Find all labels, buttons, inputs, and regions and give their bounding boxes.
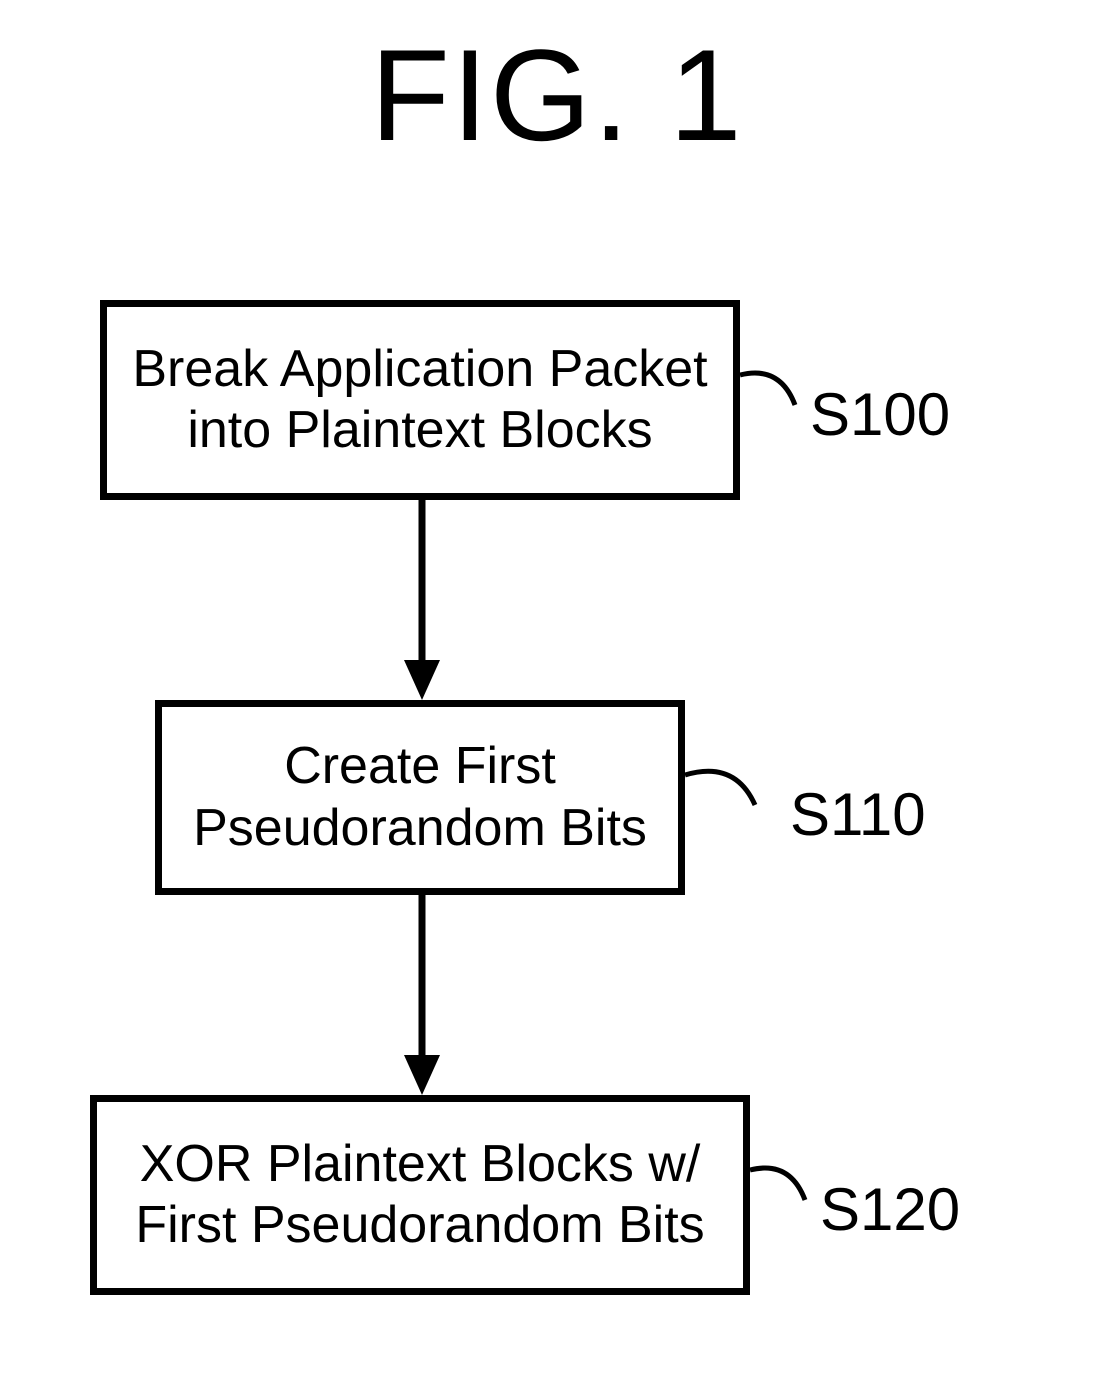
leader-s110	[685, 760, 785, 830]
step-line1: Create First	[284, 737, 556, 795]
step-line2: First Pseudorandom Bits	[135, 1196, 704, 1254]
step-line2: into Plaintext Blocks	[187, 401, 652, 459]
step-box-s110: Create First Pseudorandom Bits	[155, 700, 685, 895]
figure-canvas: FIG. 1 Break Application Packet into Pla…	[0, 0, 1114, 1380]
step-label-s120: S120	[820, 1175, 960, 1244]
step-line2: Pseudorandom Bits	[193, 799, 647, 857]
arrow-s110-s120	[410, 895, 450, 1095]
step-label-s110: S110	[790, 780, 926, 849]
step-text: XOR Plaintext Blocks w/ First Pseudorand…	[135, 1134, 704, 1257]
step-text: Create First Pseudorandom Bits	[193, 736, 647, 859]
arrow-s100-s110	[410, 500, 450, 700]
step-label-s100: S100	[810, 380, 950, 449]
step-box-s120: XOR Plaintext Blocks w/ First Pseudorand…	[90, 1095, 750, 1295]
step-line1: Break Application Packet	[132, 340, 707, 398]
figure-title: FIG. 1	[0, 20, 1114, 170]
step-text: Break Application Packet into Plaintext …	[132, 339, 707, 462]
step-line1: XOR Plaintext Blocks w/	[140, 1135, 701, 1193]
step-box-s100: Break Application Packet into Plaintext …	[100, 300, 740, 500]
